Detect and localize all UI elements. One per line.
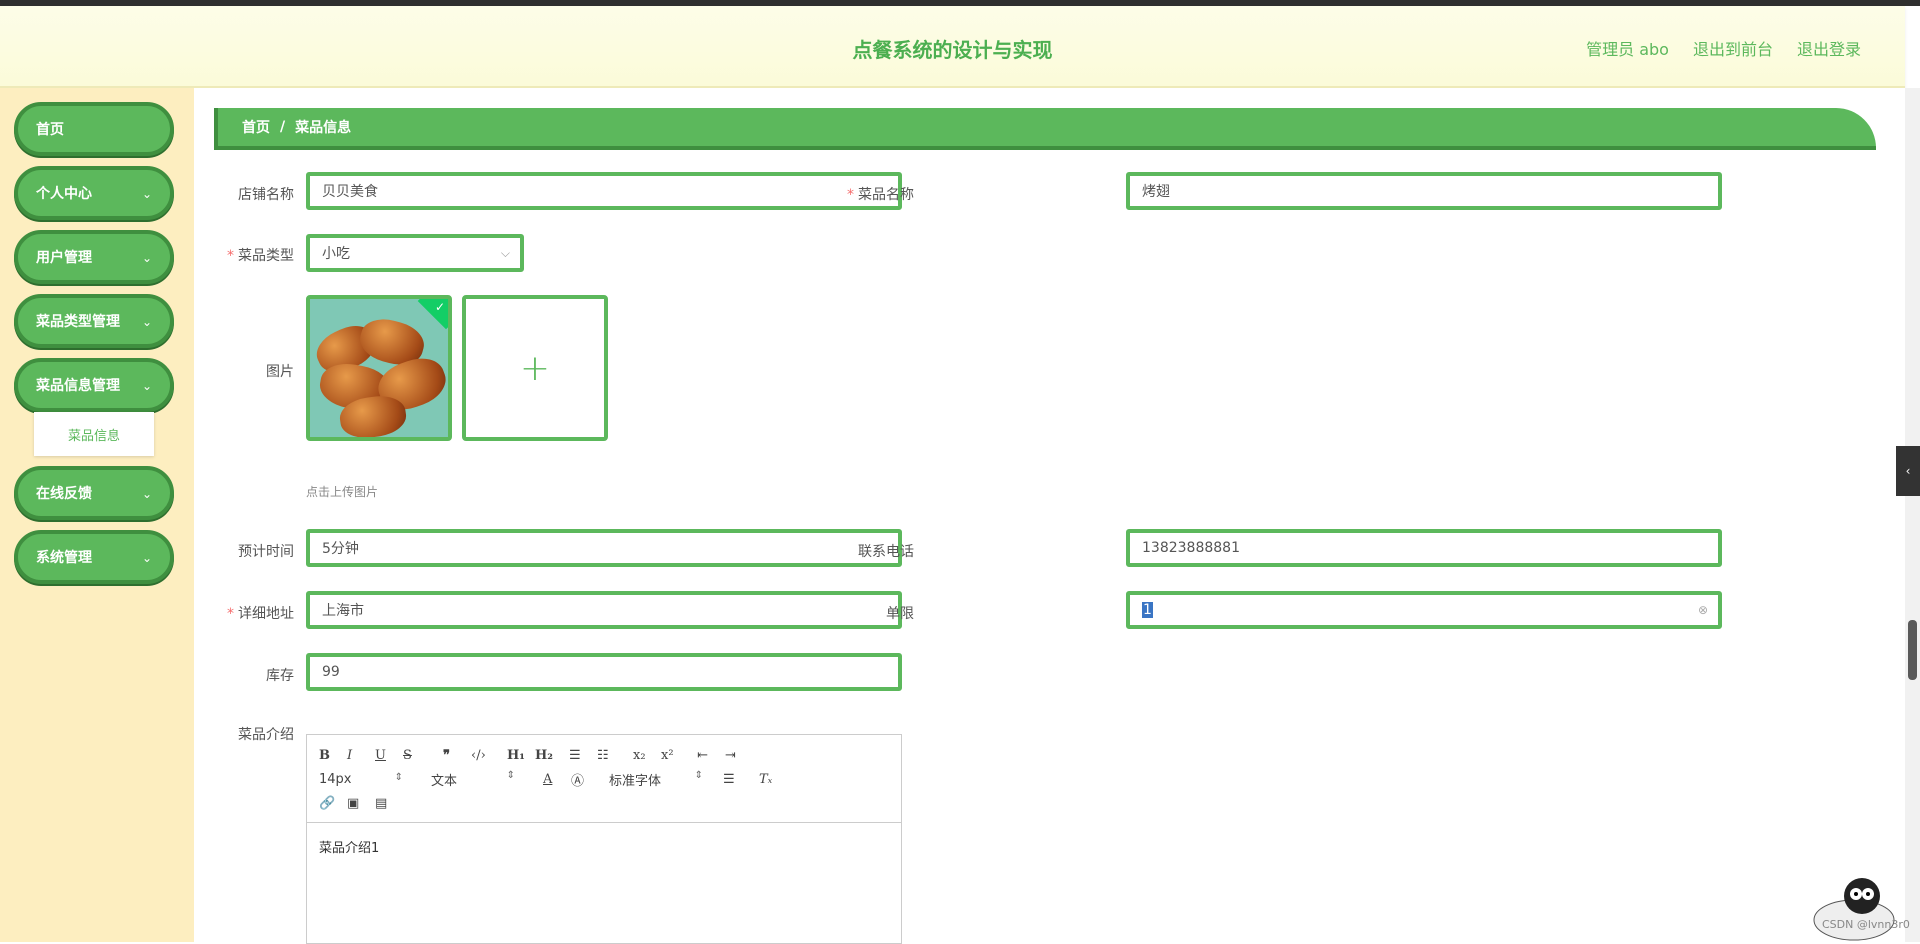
breadcrumb-home[interactable]: 首页 bbox=[242, 117, 270, 137]
bold-icon[interactable]: B bbox=[319, 748, 347, 763]
sidebar-item-label: 首页 bbox=[36, 122, 64, 138]
editor-toolbar: B I U S ❞ ‹/› H₁ H₂ ☰ ☷ x₂ x² ⇤ ⇥ 14px ⇕ … bbox=[307, 735, 901, 823]
bullet-list-icon[interactable]: ☷ bbox=[597, 748, 625, 763]
heading2-icon[interactable]: H₂ bbox=[535, 748, 563, 763]
sidebar-item-feedback[interactable]: 在线反馈 ⌄ bbox=[14, 466, 174, 520]
subscript-icon[interactable]: x₂ bbox=[633, 748, 661, 763]
font-family-select[interactable]: 标准字体 ⇕ bbox=[609, 770, 703, 789]
code-block-icon[interactable]: ‹/› bbox=[471, 748, 499, 763]
collapse-side-panel-button[interactable]: ‹ bbox=[1896, 446, 1920, 496]
rich-text-editor[interactable]: B I U S ❞ ‹/› H₁ H₂ ☰ ☷ x₂ x² ⇤ ⇥ 14px ⇕ … bbox=[306, 734, 902, 944]
page-scrollbar[interactable] bbox=[1905, 88, 1920, 942]
sidebar-item-dish-type-management[interactable]: 菜品类型管理 ⌄ bbox=[14, 294, 174, 348]
chevron-down-icon: ⌄ bbox=[141, 551, 152, 565]
sidebar-item-label: 菜品类型管理 bbox=[36, 314, 120, 330]
outdent-icon[interactable]: ⇤ bbox=[697, 748, 725, 763]
sidebar-item-label: 菜品信息管理 bbox=[36, 378, 120, 394]
address-label: * 详细地址 bbox=[227, 606, 294, 622]
align-icon[interactable]: ☰ bbox=[723, 772, 751, 787]
chevron-down-icon: ⌄ bbox=[141, 487, 152, 501]
sidebar-item-label: 系统管理 bbox=[36, 550, 92, 566]
check-icon: ✓ bbox=[434, 300, 445, 314]
ordered-list-icon[interactable]: ☰ bbox=[569, 748, 597, 763]
shop-name-label: 店铺名称 bbox=[238, 187, 294, 203]
strikethrough-icon[interactable]: S bbox=[403, 748, 431, 763]
main-content: 首页 / 菜品信息 店铺名称 贝贝美食 * 菜品名称 烤翅 * 菜品类型 小吃 ⌵ … bbox=[194, 88, 1905, 944]
underline-icon[interactable]: U bbox=[375, 748, 403, 763]
top-header: 点餐系统的设计与实现 管理员 abo 退出到前台 退出登录 bbox=[0, 6, 1905, 88]
sidebar-item-profile[interactable]: 个人中心 ⌄ bbox=[14, 166, 174, 220]
sidebar-item-user-management[interactable]: 用户管理 ⌄ bbox=[14, 230, 174, 284]
scrollbar-thumb[interactable] bbox=[1908, 620, 1917, 680]
dish-name-label: * 菜品名称 bbox=[847, 187, 914, 203]
eta-label: 预计时间 bbox=[238, 544, 294, 560]
chevron-left-icon: ‹ bbox=[1905, 464, 1911, 478]
shop-name-field[interactable]: 贝贝美食 bbox=[306, 172, 902, 210]
image-label: 图片 bbox=[266, 364, 294, 380]
text-style-select[interactable]: 文本 ⇕ bbox=[431, 770, 515, 789]
phone-field[interactable]: 13823888881 bbox=[1126, 529, 1722, 567]
chevron-down-icon: ⌵ bbox=[500, 246, 510, 260]
dish-type-label: * 菜品类型 bbox=[227, 248, 294, 264]
heading1-icon[interactable]: H₁ bbox=[507, 748, 535, 763]
sidebar-item-system-management[interactable]: 系统管理 ⌄ bbox=[14, 530, 174, 584]
stock-field[interactable]: 99 bbox=[306, 653, 902, 691]
uploaded-dish-image[interactable]: ✓ bbox=[306, 295, 452, 441]
upload-hint: 点击上传图片 bbox=[306, 485, 379, 499]
clear-icon[interactable]: ⊗ bbox=[1698, 603, 1708, 617]
breadcrumb-current: 菜品信息 bbox=[295, 120, 352, 136]
clear-format-icon[interactable]: Tₓ bbox=[759, 772, 787, 787]
watermark: CSDN @lvnn3r0 bbox=[1822, 918, 1910, 931]
eta-field[interactable]: 5分钟 bbox=[306, 529, 902, 567]
font-color-icon[interactable]: A bbox=[543, 772, 571, 787]
superscript-icon[interactable]: x² bbox=[661, 748, 689, 763]
chevron-down-icon: ⌄ bbox=[141, 315, 152, 329]
intro-label: 菜品介绍 bbox=[238, 727, 294, 743]
dish-type-select[interactable]: 小吃 ⌵ bbox=[306, 234, 524, 272]
sidebar-item-home[interactable]: 首页 bbox=[14, 102, 174, 156]
sidebar-item-dish-info-management[interactable]: 菜品信息管理 ⌄ bbox=[14, 358, 174, 412]
chevron-down-icon: ⌄ bbox=[141, 251, 152, 265]
sidebar-item-label: 在线反馈 bbox=[36, 486, 92, 502]
limit-label: 单限 bbox=[886, 606, 914, 622]
phone-label: 联系电话 bbox=[858, 544, 914, 560]
limit-field[interactable]: 1 ⊗ bbox=[1126, 591, 1722, 629]
upload-image-button[interactable]: + bbox=[462, 295, 608, 441]
link-icon[interactable]: 🔗 bbox=[319, 796, 347, 811]
blockquote-icon[interactable]: ❞ bbox=[443, 748, 471, 763]
italic-icon[interactable]: I bbox=[347, 748, 375, 763]
indent-icon[interactable]: ⇥ bbox=[725, 748, 753, 763]
exit-to-front-link[interactable]: 退出到前台 bbox=[1693, 36, 1773, 60]
address-field[interactable]: 上海市 bbox=[306, 591, 902, 629]
breadcrumb: 首页 / 菜品信息 bbox=[214, 108, 1876, 150]
sidebar: 首页 个人中心 ⌄ 用户管理 ⌄ 菜品类型管理 ⌄ 菜品信息管理 ⌄ 菜品信息 … bbox=[0, 88, 194, 942]
font-size-select[interactable]: 14px ⇕ bbox=[319, 772, 403, 787]
dish-name-field[interactable]: 烤翅 bbox=[1126, 172, 1722, 210]
sidebar-subitem-dish-info[interactable]: 菜品信息 bbox=[34, 412, 154, 456]
breadcrumb-separator: / bbox=[280, 119, 286, 135]
stock-label: 库存 bbox=[266, 668, 294, 684]
video-icon[interactable]: ▤ bbox=[375, 796, 403, 811]
plus-icon: + bbox=[519, 347, 551, 389]
header-actions: 管理员 abo 退出到前台 退出登录 bbox=[1586, 36, 1861, 60]
image-icon[interactable]: ▣ bbox=[347, 796, 375, 811]
current-user-label: 管理员 abo bbox=[1586, 40, 1669, 59]
sidebar-item-label: 个人中心 bbox=[36, 186, 92, 202]
chevron-down-icon: ⌄ bbox=[141, 379, 152, 393]
logout-link[interactable]: 退出登录 bbox=[1797, 36, 1861, 60]
background-color-icon[interactable]: Ⓐ bbox=[571, 770, 599, 789]
editor-content[interactable]: 菜品介绍1 bbox=[307, 823, 901, 870]
sidebar-item-label: 用户管理 bbox=[36, 250, 92, 266]
chevron-down-icon: ⌄ bbox=[141, 187, 152, 201]
